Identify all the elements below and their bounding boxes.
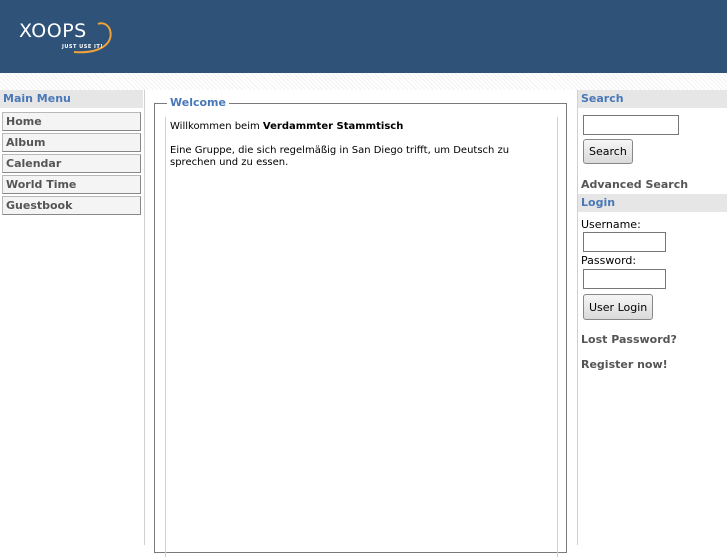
- user-login-button[interactable]: User Login: [583, 294, 654, 320]
- main-menu-title: Main Menu: [0, 90, 143, 108]
- right-sidebar: Search Search Advanced Search Login User…: [578, 90, 727, 545]
- search-block-title: Search: [578, 90, 727, 108]
- welcome-intro: Willkommen beim Verdammter Stammtisch: [170, 121, 553, 133]
- username-field[interactable]: [583, 232, 666, 252]
- menu-item-calendar[interactable]: Calendar: [2, 154, 141, 173]
- main-menu: Home Album Calendar World Time Guestbook: [2, 112, 141, 217]
- header-stripe: [0, 73, 727, 90]
- search-input[interactable]: [583, 115, 679, 135]
- lost-password-link[interactable]: Lost Password?: [581, 333, 677, 346]
- site-header: XOOPS JUST USE IT!: [0, 0, 727, 73]
- advanced-search-link[interactable]: Advanced Search: [581, 178, 688, 191]
- menu-item-home[interactable]: Home: [2, 112, 141, 131]
- password-label: Password:: [581, 254, 637, 267]
- welcome-legend: Welcome: [167, 96, 229, 109]
- welcome-content: Willkommen beim Verdammter Stammtisch Ei…: [165, 117, 558, 557]
- search-button[interactable]: Search: [583, 139, 633, 164]
- login-block-title: Login: [578, 194, 727, 212]
- register-link[interactable]: Register now!: [581, 358, 668, 371]
- menu-item-album[interactable]: Album: [2, 133, 141, 152]
- logo-text: XOOPS: [19, 20, 87, 42]
- logo-tagline: JUST USE IT!: [62, 44, 104, 50]
- welcome-description: Eine Gruppe, die sich regelmäßig in San …: [170, 145, 510, 168]
- xoops-logo[interactable]: XOOPS JUST USE IT!: [14, 18, 118, 58]
- password-field[interactable]: [583, 269, 666, 289]
- left-divider: [144, 90, 145, 545]
- welcome-group-name: Verdammter Stammtisch: [262, 121, 404, 132]
- username-label: Username:: [581, 218, 641, 231]
- welcome-intro-text: Willkommen beim: [170, 121, 263, 132]
- menu-item-guestbook[interactable]: Guestbook: [2, 196, 141, 215]
- menu-item-world-time[interactable]: World Time: [2, 175, 141, 194]
- left-sidebar: Main Menu Home Album Calendar World Time…: [0, 90, 143, 545]
